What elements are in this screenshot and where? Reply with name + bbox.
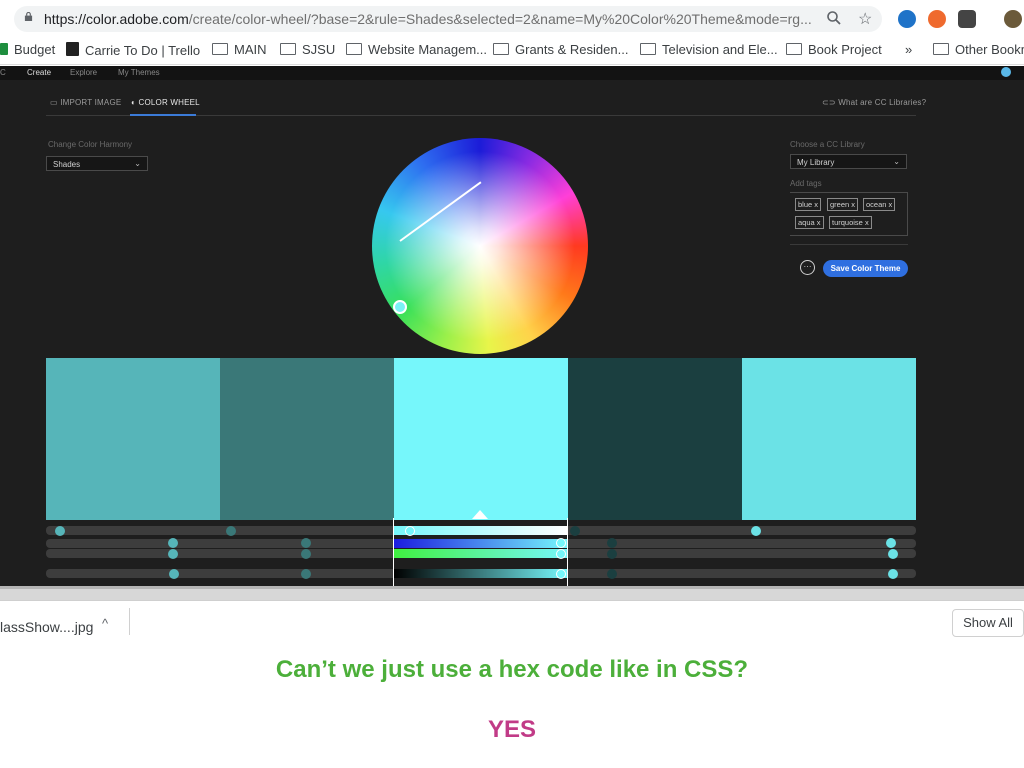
folder-icon — [933, 43, 949, 55]
slide-question: Can’t we just use a hex code like in CSS… — [275, 656, 749, 683]
swatch-5[interactable] — [742, 358, 916, 520]
bookmark-star-icon[interactable]: ☆ — [858, 9, 872, 29]
slider-knob[interactable] — [607, 549, 617, 559]
slider-knob[interactable] — [55, 526, 65, 536]
slider-knob[interactable] — [607, 569, 617, 579]
trello-icon — [66, 42, 79, 56]
slider-knob[interactable] — [301, 569, 311, 579]
folder-icon — [640, 43, 656, 55]
downloads-bar: lassShow....jpg ^ Show All — [0, 600, 1024, 637]
bookmarks-overflow-button[interactable]: » — [905, 42, 912, 57]
extension-pin-icon[interactable] — [958, 10, 976, 28]
harmony-label: Change Color Harmony — [48, 140, 133, 149]
right-panel-divider — [790, 244, 908, 245]
sheets-icon — [0, 43, 8, 55]
bookmark-sjsu[interactable]: SJSU — [280, 42, 335, 57]
tag-chip[interactable]: turquoise x — [829, 216, 872, 229]
slider-knob[interactable] — [556, 569, 566, 579]
library-dropdown[interactable]: My Library ⌄ — [790, 154, 907, 169]
slider-knob[interactable] — [169, 569, 179, 579]
show-all-button[interactable]: Show All — [952, 609, 1024, 637]
slider-knob[interactable] — [168, 538, 178, 548]
bookmark-book[interactable]: Book Project — [786, 42, 882, 57]
chevron-down-icon: ⌄ — [134, 159, 141, 168]
selected-column-outline — [393, 518, 568, 586]
active-tab-indicator — [130, 114, 196, 116]
slider-knob[interactable] — [301, 538, 311, 548]
bookmark-trello[interactable]: Carrie To Do | Trello — [66, 42, 200, 58]
extension-duck-icon[interactable] — [928, 10, 946, 28]
app-logo[interactable]: C — [0, 68, 6, 77]
zoom-icon[interactable] — [826, 10, 842, 26]
url-text[interactable]: https://color.adobe.com/create/color-whe… — [44, 11, 824, 27]
cc-libraries-link[interactable]: ⊂⊃ What are CC Libraries? — [822, 98, 926, 107]
slider-knob[interactable] — [556, 549, 566, 559]
swatch-4[interactable] — [568, 358, 742, 520]
folder-icon — [493, 43, 509, 55]
nav-explore[interactable]: Explore — [70, 68, 97, 77]
folder-icon — [212, 43, 228, 55]
download-item[interactable]: lassShow....jpg — [0, 619, 93, 635]
bookmark-other[interactable]: Other Bookm — [933, 42, 1024, 57]
profile-avatar[interactable] — [1004, 10, 1022, 28]
lock-icon — [24, 12, 33, 21]
library-label: Choose a CC Library — [790, 140, 865, 149]
harmony-dropdown[interactable]: Shades ⌄ — [46, 156, 148, 171]
color-swatches — [46, 358, 916, 520]
slider-knob[interactable] — [226, 526, 236, 536]
slider-knob[interactable] — [570, 526, 580, 536]
slider-knob[interactable] — [888, 549, 898, 559]
tags-label: Add tags — [790, 179, 822, 188]
chevron-down-icon: ⌄ — [893, 157, 900, 166]
bookmark-grants[interactable]: Grants & Residen... — [493, 42, 628, 57]
slider-knob[interactable] — [607, 538, 617, 548]
nav-create[interactable]: Create — [27, 68, 51, 77]
slider-knob[interactable] — [168, 549, 178, 559]
color-wheel[interactable] — [372, 138, 588, 354]
folder-icon — [346, 43, 362, 55]
tags-input[interactable]: blue x green x ocean x aqua x turquoise … — [790, 192, 908, 236]
image-icon: ▭ — [50, 98, 61, 107]
adobe-color-app: C Create Explore My Themes ▭ IMPORT IMAG… — [0, 66, 1024, 586]
toggle-icon: ⊂⊃ — [822, 98, 839, 107]
swatch-3-selected[interactable] — [394, 358, 568, 520]
chevron-up-icon[interactable]: ^ — [102, 616, 108, 631]
tag-chip[interactable]: aqua x — [795, 216, 824, 229]
more-options-button[interactable]: ··· — [800, 260, 815, 275]
tab-import-image[interactable]: ▭ IMPORT IMAGE — [50, 98, 121, 107]
swatch-1[interactable] — [46, 358, 220, 520]
slider-knob[interactable] — [405, 526, 415, 536]
app-top-nav: C Create Explore My Themes — [0, 66, 1024, 80]
extension-eye-icon[interactable] — [898, 10, 916, 28]
bookmark-website[interactable]: Website Managem... — [346, 42, 487, 57]
slider-knob[interactable] — [888, 569, 898, 579]
tab-color-wheel[interactable]: ◐ COLOR WHEEL — [131, 98, 200, 107]
tag-chip[interactable]: ocean x — [863, 198, 896, 211]
wheel-handle[interactable] — [393, 300, 407, 314]
bookmark-main[interactable]: MAIN — [212, 42, 267, 57]
horizontal-scrollbar[interactable] — [0, 586, 1024, 600]
downloads-divider — [129, 608, 130, 635]
nav-my-themes[interactable]: My Themes — [118, 68, 160, 77]
folder-icon — [786, 43, 802, 55]
user-avatar[interactable] — [1001, 67, 1011, 77]
tag-chip[interactable]: blue x — [795, 198, 822, 211]
tag-chip[interactable]: green x — [827, 198, 859, 211]
browser-toolbar: https://color.adobe.com/create/color-whe… — [0, 0, 1024, 38]
save-color-theme-button[interactable]: Save Color Theme — [823, 260, 908, 277]
slider-knob[interactable] — [751, 526, 761, 536]
swatch-2[interactable] — [220, 358, 394, 520]
bookmark-television[interactable]: Television and Ele... — [640, 42, 778, 57]
slider-knob[interactable] — [301, 549, 311, 559]
slider-knob[interactable] — [886, 538, 896, 548]
bookmark-budget[interactable]: Budget — [0, 42, 55, 57]
bookmarks-bar: Budget Carrie To Do | Trello MAIN SJSU W… — [0, 38, 1024, 65]
slider-knob[interactable] — [556, 538, 566, 548]
slide-answer: YES — [487, 716, 537, 743]
folder-icon — [280, 43, 296, 55]
